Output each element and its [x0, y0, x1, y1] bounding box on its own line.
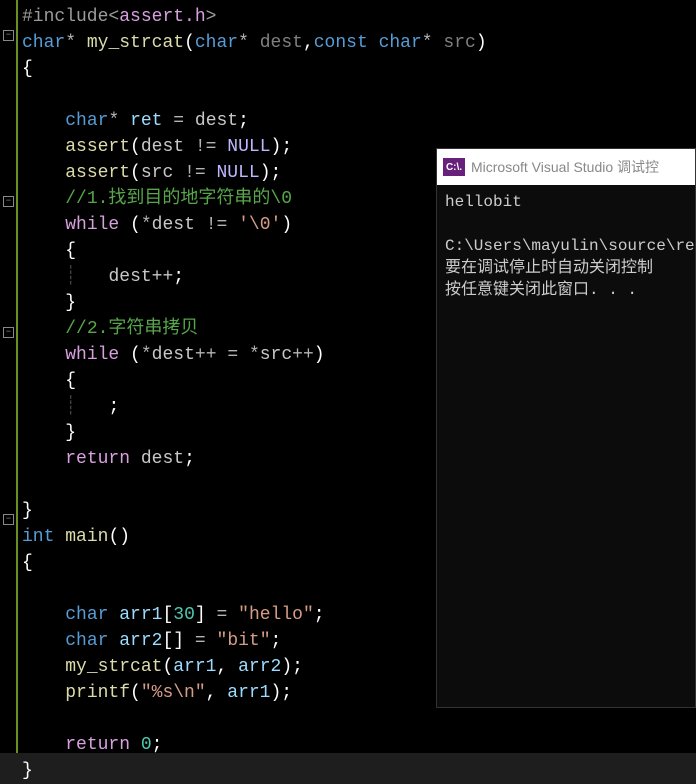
output-text: hellobit [445, 193, 522, 211]
fold-icon[interactable]: − [3, 514, 14, 525]
fold-icon[interactable]: − [3, 30, 14, 41]
hint-text: 要在调试停止时自动关闭控制 [445, 259, 653, 277]
comment: //1.找到目的地字符串的\0 [65, 189, 292, 209]
console-output: hellobit C:\Users\mayulin\source\re 要在调试… [437, 185, 695, 307]
return-keyword: return [65, 449, 130, 469]
type-keyword: char [22, 33, 65, 53]
console-title-text: Microsoft Visual Studio 调试控 [471, 157, 659, 177]
gutter: − − − − [0, 0, 18, 753]
function-name: my_strcat [87, 33, 184, 53]
fold-icon[interactable]: − [3, 327, 14, 338]
comment: //2.字符串拷贝 [65, 319, 198, 339]
debug-console-window[interactable]: C:\. Microsoft Visual Studio 调试控 hellobi… [436, 148, 696, 708]
while-keyword: while [65, 215, 119, 235]
brace: { [22, 59, 33, 79]
main-function: main [65, 527, 108, 547]
preprocessor: #include<assert.h> [22, 7, 216, 27]
path-text: C:\Users\mayulin\source\re [445, 237, 695, 255]
vs-icon: C:\. [443, 158, 465, 176]
hint-text: 按任意键关闭此窗口. . . [445, 281, 637, 299]
fold-icon[interactable]: − [3, 196, 14, 207]
console-titlebar[interactable]: C:\. Microsoft Visual Studio 调试控 [437, 149, 695, 185]
